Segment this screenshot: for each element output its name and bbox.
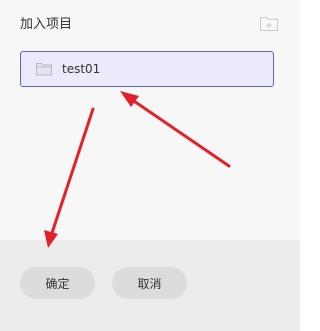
confirm-button[interactable]: 确定	[20, 267, 95, 299]
dialog-footer: 确定 取消	[0, 240, 300, 331]
new-folder-button[interactable]	[258, 12, 280, 34]
project-name: test01	[62, 62, 101, 76]
project-item[interactable]: test01	[20, 51, 274, 87]
folder-plus-icon	[259, 15, 279, 32]
dialog-title: 加入项目	[20, 17, 73, 32]
folder-icon	[36, 62, 52, 76]
arrow-to-confirm-button	[44, 107, 95, 248]
arrow-to-project-item	[120, 91, 231, 168]
cancel-button[interactable]: 取消	[112, 267, 187, 299]
add-to-project-dialog: 加入项目 test01 确定 取消	[0, 0, 300, 331]
project-list: test01	[20, 51, 274, 87]
